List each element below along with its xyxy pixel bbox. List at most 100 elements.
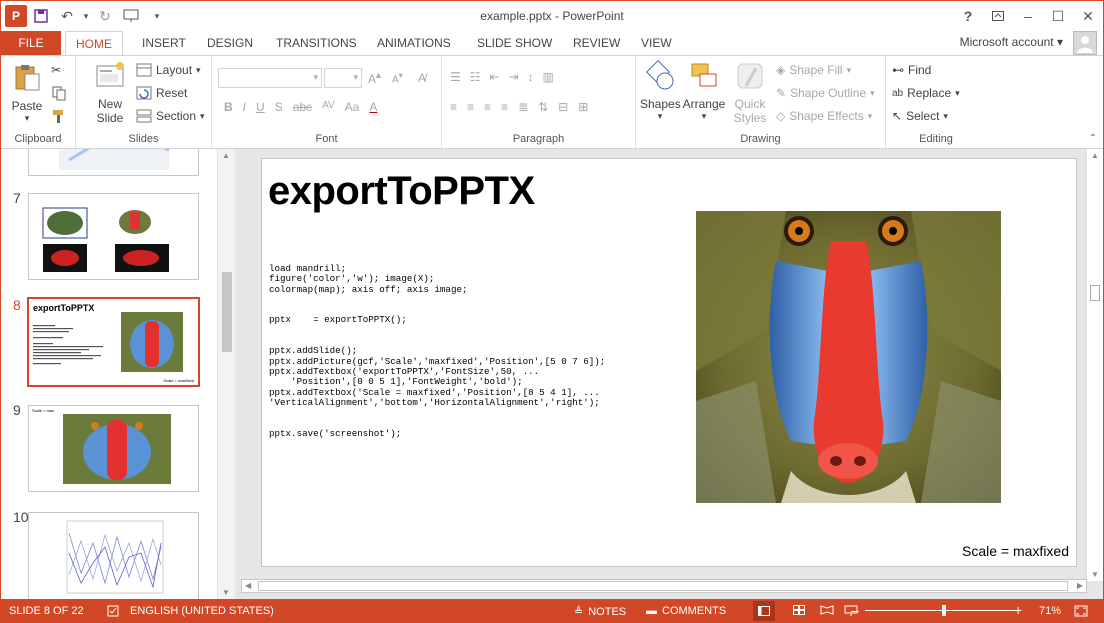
close-button[interactable]: ✕ (1073, 1, 1103, 31)
select-button[interactable]: ↖ Select ▾ (892, 106, 948, 126)
tab-transitions[interactable]: TRANSITIONS (266, 31, 367, 55)
slide-thumbnail[interactable] (28, 193, 199, 280)
zoom-slider-knob[interactable] (942, 605, 946, 616)
text-direction-icon[interactable]: ⇅ (538, 100, 548, 114)
zoom-out-button[interactable]: – (851, 602, 859, 618)
scroll-right-icon[interactable]: ▶ (1077, 581, 1083, 590)
bold-button[interactable]: B (224, 100, 233, 114)
shape-fill-button[interactable]: ◈ Shape Fill ▾ (776, 60, 851, 80)
slide-thumbnail-selected[interactable]: exportToPPTX Scale = maxfixed (27, 297, 200, 387)
distributed-icon[interactable]: ≣ (518, 100, 528, 114)
scroll-up-icon[interactable]: ▲ (1091, 151, 1099, 160)
scroll-down-icon[interactable]: ▼ (1091, 570, 1099, 579)
underline-button[interactable]: U (256, 100, 265, 114)
tab-animations[interactable]: ANIMATIONS (367, 31, 461, 55)
thumbnails-scroll-thumb[interactable] (222, 272, 232, 352)
editor-horizontal-scrollbar[interactable]: ◀ ▶ (241, 579, 1087, 593)
decrease-font-size-button[interactable]: A▾ (392, 68, 403, 88)
slide-canvas[interactable]: exportToPPTX load mandrill; figure('colo… (261, 158, 1077, 567)
tab-view[interactable]: VIEW (631, 31, 682, 55)
quick-styles-button[interactable]: Quick Styles (728, 60, 772, 125)
replace-button[interactable]: ab Replace ▾ (892, 83, 960, 103)
zoom-slider-track[interactable] (865, 610, 1017, 611)
maximize-button[interactable]: ☐ (1043, 1, 1073, 31)
collapse-ribbon-icon[interactable]: ⌃ (1089, 133, 1097, 144)
scale-label[interactable]: Scale = maxfixed (962, 543, 1069, 559)
line-spacing-icon[interactable]: ↕ (528, 70, 534, 84)
ribbon-display-options-icon[interactable] (983, 1, 1013, 31)
new-slide-button[interactable]: New Slide (88, 60, 132, 125)
character-spacing-button[interactable]: AV (322, 100, 335, 114)
columns-icon[interactable]: ▥ (543, 70, 554, 84)
editor-vscroll-thumb[interactable] (1090, 285, 1100, 301)
numbering-icon[interactable]: ☷ (470, 70, 481, 84)
tab-file[interactable]: FILE (1, 31, 61, 55)
tab-design[interactable]: DESIGN (197, 31, 263, 55)
find-button[interactable]: ⊷ Find (892, 60, 931, 80)
align-right-icon[interactable]: ≡ (484, 100, 491, 114)
spelling-icon[interactable] (107, 605, 119, 617)
paste-button[interactable]: Paste ▾ (7, 62, 47, 124)
slide-title[interactable]: exportToPPTX (268, 169, 535, 214)
section-button[interactable]: Section ▾ (136, 106, 205, 126)
font-family-select[interactable]: ▾ (218, 68, 322, 88)
scroll-left-icon[interactable]: ◀ (245, 581, 251, 590)
paste-dropdown-icon[interactable]: ▾ (7, 113, 47, 124)
avatar[interactable] (1073, 31, 1097, 55)
slide-thumbnail[interactable] (28, 512, 199, 599)
cut-button[interactable]: ✂ (51, 60, 61, 80)
tab-review[interactable]: REVIEW (563, 31, 630, 55)
smartart-icon[interactable]: ⊞ (578, 100, 588, 114)
comments-button[interactable]: ▬ COMMENTS (646, 605, 726, 617)
font-format-row: B I U S abc AV Aa A (224, 100, 377, 114)
shapes-button[interactable]: Shapes ▾ (640, 59, 681, 122)
scroll-down-icon[interactable]: ▼ (222, 588, 230, 597)
bullets-icon[interactable]: ☰ (450, 70, 461, 84)
decrease-indent-icon[interactable]: ⇤ (490, 70, 500, 84)
reading-view-button[interactable] (820, 605, 834, 615)
fit-slide-button[interactable] (1074, 605, 1088, 617)
minimize-button[interactable]: – (1013, 1, 1043, 31)
shape-outline-button[interactable]: ✎ Shape Outline ▾ (776, 83, 875, 103)
layout-button[interactable]: Layout ▾ (136, 60, 201, 80)
align-left-icon[interactable]: ≡ (450, 100, 457, 114)
help-button[interactable]: ? (953, 1, 983, 31)
italic-button[interactable]: I (243, 100, 246, 114)
editor-vertical-scrollbar[interactable]: ▲ ▼ (1086, 149, 1103, 581)
format-painter-button[interactable] (51, 106, 67, 126)
select-label: Select (906, 109, 940, 123)
slide-sorter-button[interactable] (793, 605, 805, 615)
align-text-icon[interactable]: ⊟ (558, 100, 568, 114)
slide-thumbnail[interactable]: Scale = max (28, 405, 199, 492)
increase-indent-icon[interactable]: ⇥ (509, 70, 519, 84)
shadow-button[interactable]: S (275, 100, 283, 114)
clear-formatting-button[interactable]: A̸ (418, 68, 426, 88)
normal-view-button[interactable] (753, 601, 775, 621)
align-center-icon[interactable]: ≡ (467, 100, 474, 114)
slide-thumbnail[interactable] (28, 149, 199, 176)
arrange-button[interactable]: Arrange ▾ (682, 60, 726, 122)
change-case-button[interactable]: Aa (345, 100, 360, 114)
copy-button[interactable] (51, 83, 67, 103)
font-size-select[interactable]: ▾ (324, 68, 362, 88)
tab-insert[interactable]: INSERT (132, 31, 196, 55)
justify-icon[interactable]: ≡ (501, 100, 508, 114)
tab-slide-show[interactable]: SLIDE SHOW (467, 31, 562, 55)
shape-effects-button[interactable]: ◇ Shape Effects ▾ (776, 106, 872, 126)
account-menu[interactable]: Microsoft account ▾ (960, 35, 1063, 49)
thumbnails-scrollbar[interactable]: ▲ ▼ (217, 149, 235, 599)
font-color-button[interactable]: A (369, 100, 377, 114)
language-indicator[interactable]: ENGLISH (UNITED STATES) (130, 605, 274, 617)
editor-hscroll-thumb[interactable] (258, 581, 1068, 591)
zoom-in-button[interactable]: + (1014, 602, 1022, 618)
tab-home[interactable]: HOME (65, 31, 123, 56)
scroll-up-icon[interactable]: ▲ (222, 151, 230, 160)
strikethrough-button[interactable]: abc (293, 100, 312, 114)
zoom-level[interactable]: 71% (1039, 605, 1061, 617)
shapes-icon (645, 59, 674, 90)
mandrill-image[interactable] (696, 211, 1001, 503)
slide-code-text[interactable]: load mandrill; figure('color','w'); imag… (269, 263, 605, 439)
notes-button[interactable]: ≜ NOTES (574, 605, 626, 619)
reset-button[interactable]: Reset (136, 83, 187, 103)
increase-font-size-button[interactable]: A▴ (368, 68, 381, 88)
